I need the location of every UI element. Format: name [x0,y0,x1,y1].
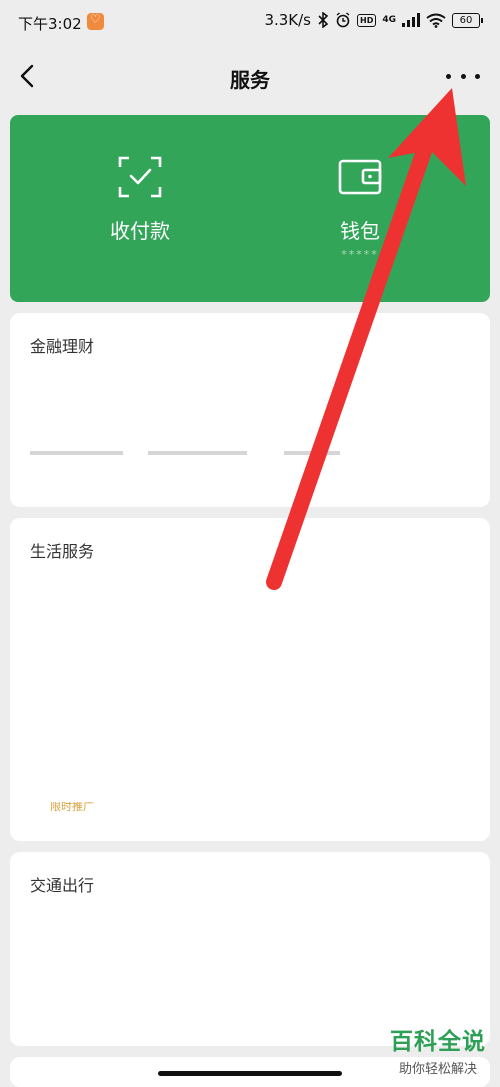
life-services-section: 生活服务 限时推广 [10,518,490,841]
page-title: 服务 [230,68,270,92]
wifi-icon [426,13,446,28]
alarm-icon [336,12,350,28]
section-title-transport: 交通出行 [30,876,95,895]
home-indicator[interactable] [158,1071,342,1076]
watermark-title: 百科全说 [390,1029,486,1055]
wallet-icon [338,159,382,195]
wallet-balance-mask: ***** [341,248,379,261]
network-speed: 3.3K/s [264,11,311,29]
section-title-life-services: 生活服务 [30,542,95,561]
finance-item-remnant [30,447,340,459]
app-notification-icon [87,12,104,30]
wallet-card: 收付款 钱包 ***** [10,115,490,302]
more-options-icon[interactable] [446,64,480,88]
wallet-button[interactable]: 钱包 ***** [270,155,450,261]
scan-pay-icon [118,156,162,198]
finance-section: 金融理财 [10,313,490,507]
nav-bar: 服务 [0,44,500,108]
signal-icon [402,13,420,27]
transport-section: 交通出行 [10,852,490,1046]
wallet-label: 钱包 [340,219,380,243]
status-bar: 下午3:02 3.3K/s HD 4G 60 [0,0,500,44]
pay-receive-button[interactable]: 收付款 [50,155,230,244]
section-title-finance: 金融理财 [30,337,95,356]
promo-tag: 限时推广 [50,802,94,813]
network-type: 4G [382,14,396,25]
watermark-subtitle: 助你轻松解决 [398,1062,477,1077]
pay-receive-label: 收付款 [110,219,170,243]
watermark: 百科全说 助你轻松解决 [390,1022,486,1077]
bluetooth-icon [318,12,329,28]
hd-badge: HD [357,13,377,27]
battery-indicator: 60 [452,12,483,28]
status-time: 下午3:02 [18,15,82,33]
status-indicators: 3.3K/s HD 4G 60 [264,11,483,29]
